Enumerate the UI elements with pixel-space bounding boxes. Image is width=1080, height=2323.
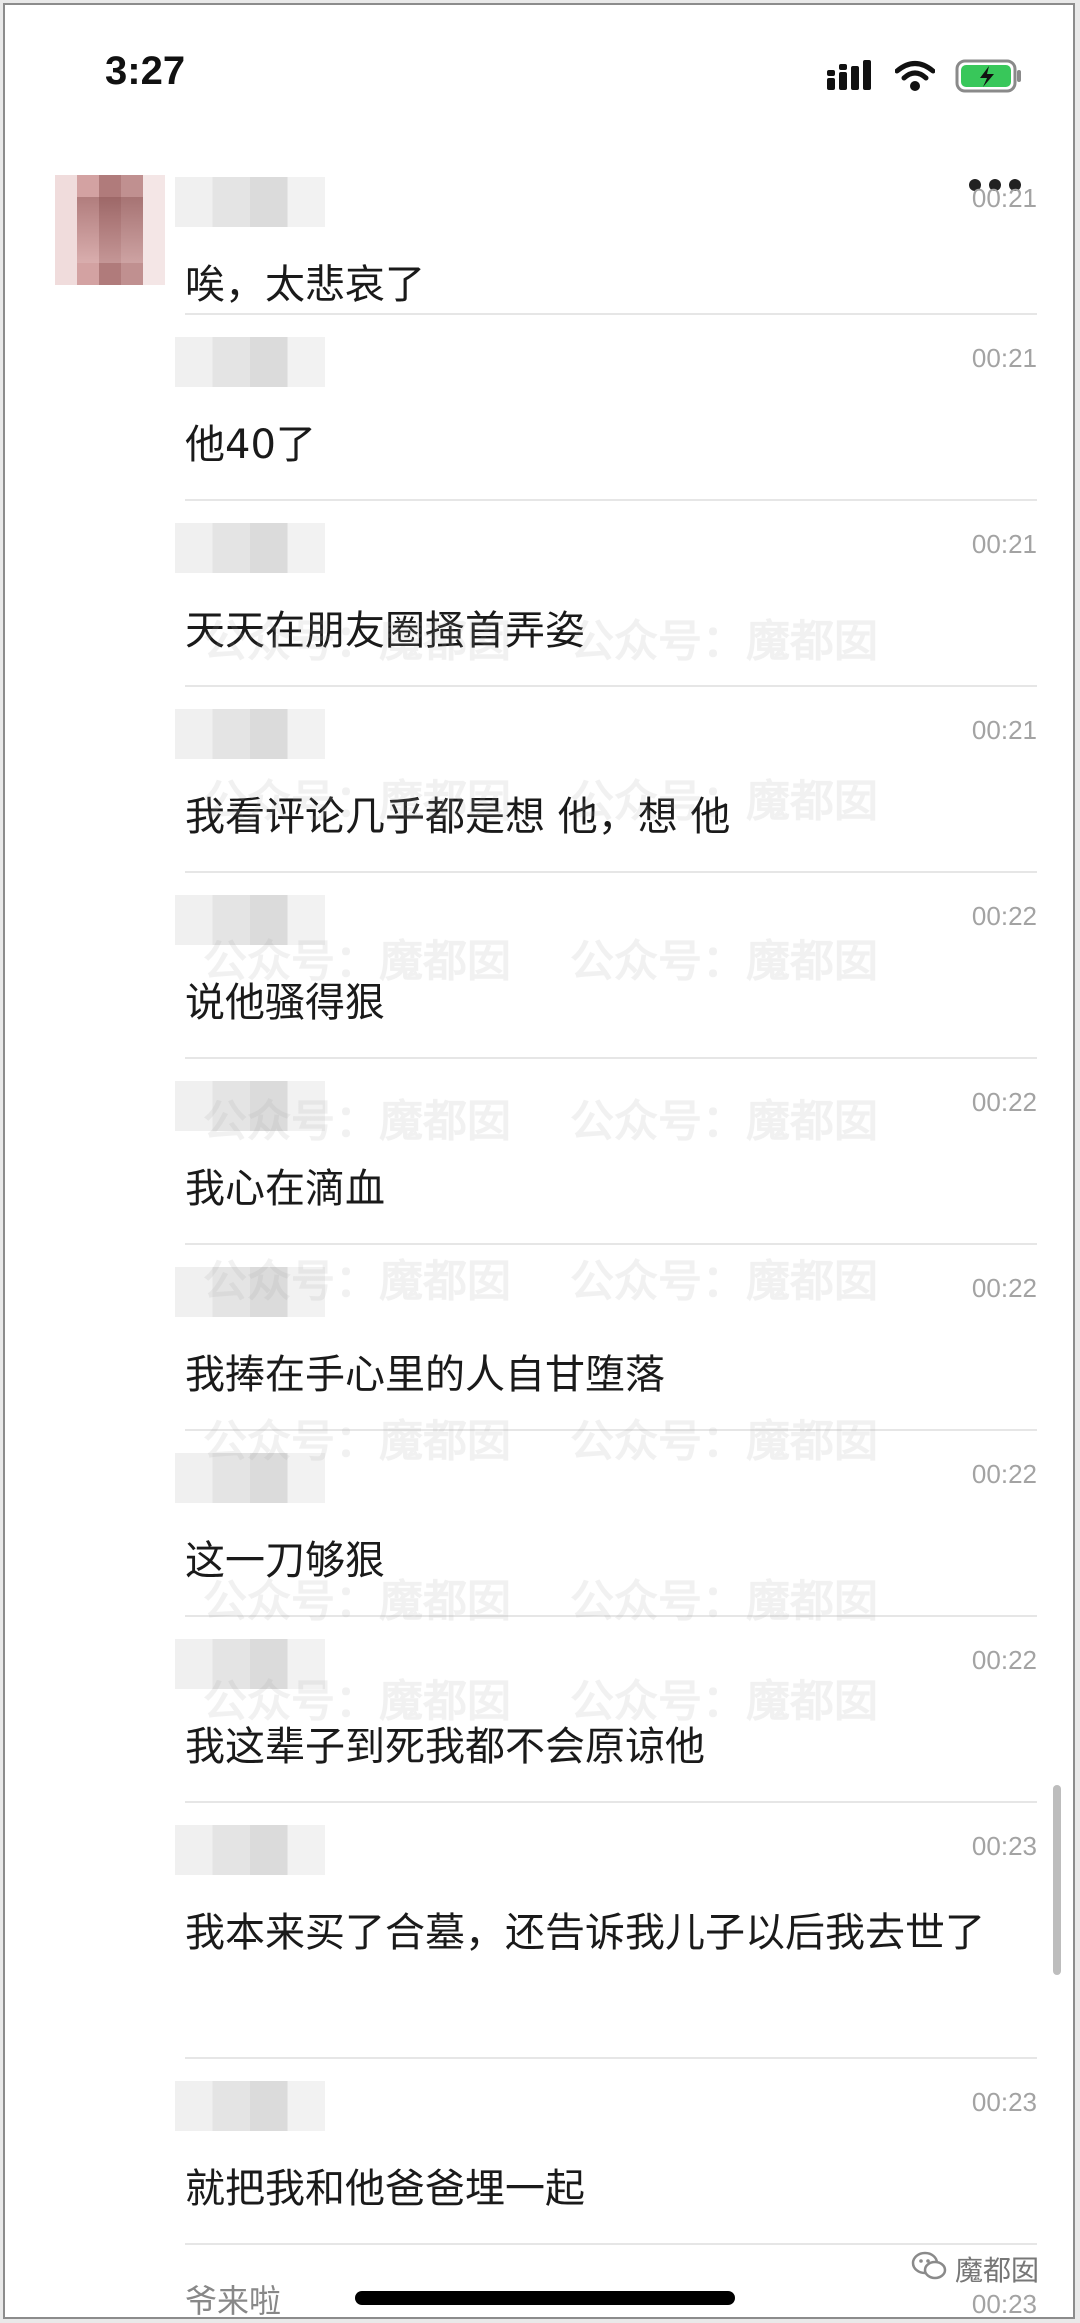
wechat-brand-icon bbox=[911, 2251, 947, 2288]
sender-name-blurred bbox=[175, 895, 325, 945]
sender-name-blurred bbox=[175, 523, 325, 573]
message-text: 我捧在手心里的人自甘堕落 bbox=[185, 1352, 665, 1398]
message-item[interactable]: 00:21 他40了 bbox=[175, 315, 1037, 501]
corner-brand-label: 魔都囡 bbox=[954, 2254, 1039, 2287]
message-text: 我这辈子到死我都不会原谅他 bbox=[185, 1724, 705, 1770]
message-item[interactable]: 00:21 唉，太悲哀了 bbox=[175, 155, 1037, 315]
message-time: 00:22 bbox=[971, 1645, 1037, 1675]
message-item[interactable]: 00:23 我本来买了合墓，还告诉我儿子以后我去世了 bbox=[175, 1803, 1037, 2059]
phone-screen: 3:27 00:21 唉，太悲哀了 00:21 他40了 00:21 天天在朋友… bbox=[3, 3, 1075, 2319]
message-text: 我心在滴血 bbox=[185, 1166, 385, 1212]
message-time: 00:22 bbox=[971, 1273, 1037, 1303]
message-item[interactable]: 00:22 这一刀够狠 bbox=[175, 1431, 1037, 1617]
sender-name-blurred bbox=[175, 1639, 325, 1689]
message-time: 00:21 bbox=[971, 715, 1037, 745]
message-time: 00:23 bbox=[971, 2087, 1037, 2117]
message-text: 我看评论几乎都是想 他，想 他 bbox=[185, 794, 731, 840]
sender-name-blurred bbox=[175, 2081, 325, 2131]
message-text: 这一刀够狠 bbox=[185, 1538, 385, 1584]
message-item[interactable]: 00:22 我捧在手心里的人自甘堕落 bbox=[175, 1245, 1037, 1431]
scrollbar[interactable] bbox=[1053, 1785, 1061, 1975]
message-item[interactable]: 00:21 天天在朋友圈搔首弄姿 bbox=[175, 501, 1037, 687]
message-item[interactable]: 00:22 我这辈子到死我都不会原谅他 bbox=[175, 1617, 1037, 1803]
message-list: 00:21 唉，太悲哀了 00:21 他40了 00:21 天天在朋友圈搔首弄姿… bbox=[5, 5, 1073, 2317]
sender-name-blurred bbox=[175, 337, 325, 387]
message-text: 说他骚得狠 bbox=[185, 980, 385, 1026]
sender-name-blurred bbox=[175, 1081, 325, 1131]
message-time: 00:21 bbox=[971, 183, 1037, 213]
message-item[interactable]: 00:21 我看评论几乎都是想 他，想 他 bbox=[175, 687, 1037, 873]
sender-name-blurred bbox=[175, 709, 325, 759]
message-item[interactable]: 00:23 就把我和他爸爸埋一起 bbox=[175, 2059, 1037, 2245]
message-time: 00:22 bbox=[971, 901, 1037, 931]
message-text: 我本来买了合墓，还告诉我儿子以后我去世了 bbox=[185, 1910, 985, 1956]
message-time: 00:21 bbox=[971, 343, 1037, 373]
sender-name-blurred bbox=[175, 177, 325, 227]
message-time: 00:23 bbox=[971, 1831, 1037, 1861]
message-time: 00:22 bbox=[971, 1459, 1037, 1489]
message-text: 唉，太悲哀了 bbox=[185, 262, 425, 308]
message-item[interactable]: 00:22 说他骚得狠 bbox=[175, 873, 1037, 1059]
message-text: 就把我和他爸爸埋一起 bbox=[185, 2166, 585, 2212]
message-time: 00:21 bbox=[971, 529, 1037, 559]
sender-name-blurred bbox=[175, 1825, 325, 1875]
message-item[interactable]: 00:22 我心在滴血 bbox=[175, 1059, 1037, 1245]
message-item[interactable]: 00:23 爷来啦 bbox=[185, 2245, 1037, 2317]
sender-name-blurred bbox=[175, 1453, 325, 1503]
corner-brand: 魔都囡 bbox=[911, 2249, 1039, 2289]
message-time: 00:22 bbox=[971, 1087, 1037, 1117]
sender-name-blurred bbox=[175, 1267, 325, 1317]
message-text: 他40了 bbox=[185, 422, 316, 468]
home-indicator[interactable] bbox=[355, 2291, 735, 2305]
message-text: 天天在朋友圈搔首弄姿 bbox=[185, 608, 585, 654]
